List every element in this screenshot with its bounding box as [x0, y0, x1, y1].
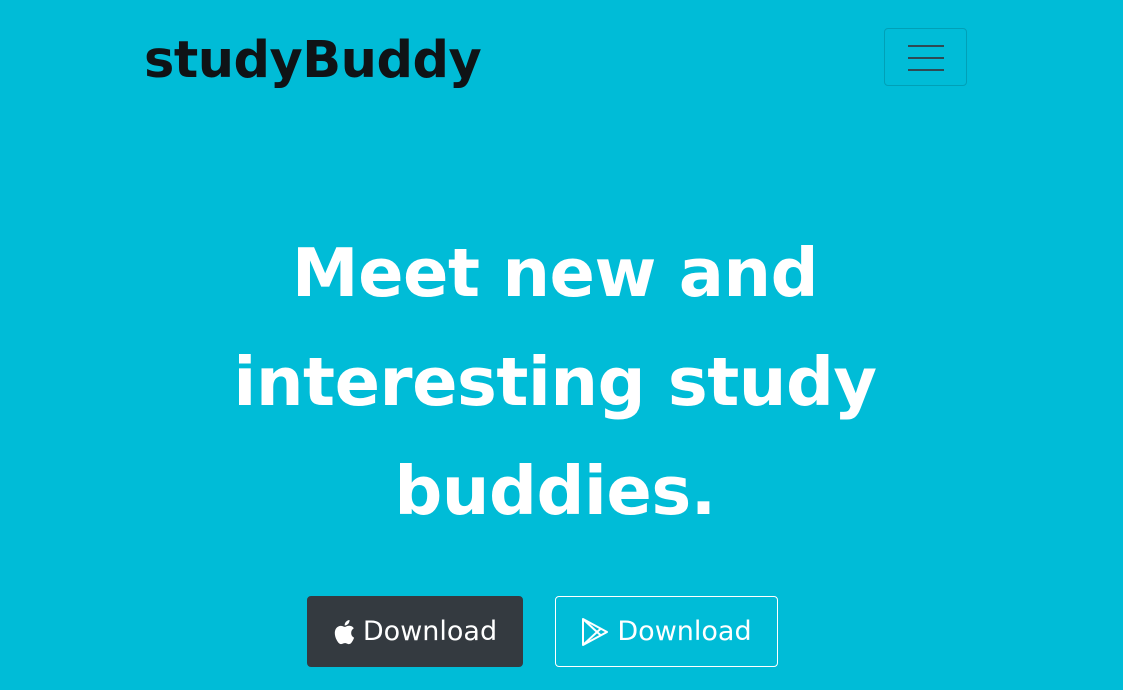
page: studyBuddy Meet new and interesting stud… — [0, 0, 1123, 690]
google-play-download-label: Download — [617, 616, 752, 647]
app-store-download-button[interactable]: Download — [307, 596, 523, 667]
google-play-download-button[interactable]: Download — [555, 596, 778, 667]
apple-icon — [333, 619, 355, 645]
brand-logo[interactable]: studyBuddy — [144, 26, 482, 96]
hamburger-menu-icon — [908, 45, 944, 71]
navbar-toggle-button[interactable] — [884, 28, 967, 86]
google-play-icon — [581, 617, 609, 647]
app-store-download-label: Download — [362, 616, 498, 647]
hero-headline: Meet new and interesting study buddies. — [233, 234, 877, 530]
